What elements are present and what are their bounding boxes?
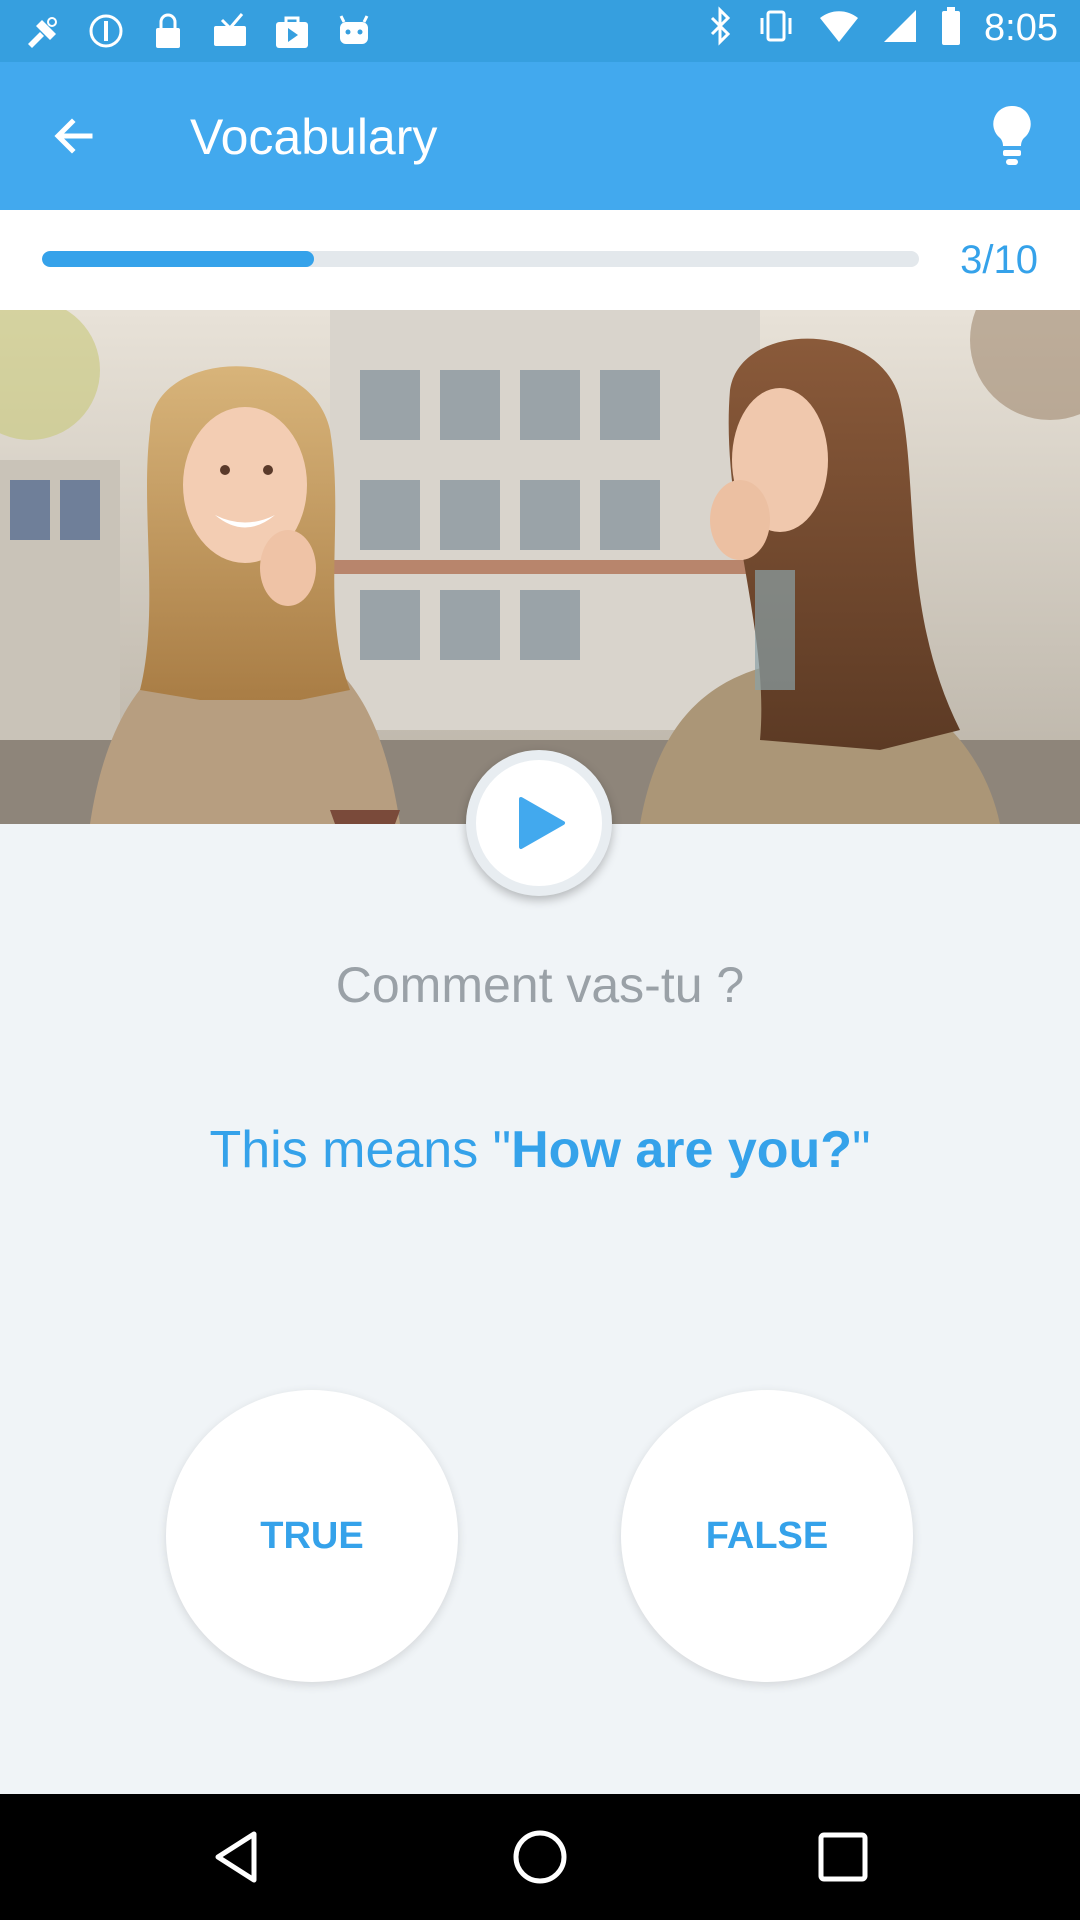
- true-label: TRUE: [260, 1514, 364, 1557]
- nav-back-button[interactable]: [206, 1826, 268, 1888]
- triangle-back-icon: [215, 1831, 257, 1883]
- android-icon: [332, 10, 376, 52]
- meaning-text: This means "How are you?": [0, 1120, 1080, 1180]
- lock-icon: [146, 10, 190, 52]
- bluetooth-icon: [708, 6, 734, 51]
- play-store-icon: [270, 10, 314, 52]
- back-button[interactable]: [40, 102, 108, 170]
- true-button[interactable]: TRUE: [166, 1390, 458, 1682]
- data-saver-icon: [84, 10, 128, 52]
- lightbulb-icon: [993, 105, 1031, 165]
- status-right: 8:05: [708, 6, 1058, 51]
- square-recents-icon: [818, 1832, 868, 1882]
- nav-home-button[interactable]: [509, 1826, 571, 1888]
- notification-icons: [22, 10, 376, 52]
- navigation-bar: [0, 1794, 1080, 1920]
- play-icon: [519, 797, 565, 849]
- hint-button[interactable]: [974, 98, 1050, 174]
- false-button[interactable]: FALSE: [621, 1390, 913, 1682]
- circle-home-icon: [513, 1830, 567, 1884]
- signal-icon: [882, 8, 918, 49]
- progress-area: 3/10: [0, 210, 1080, 310]
- vibrate-icon: [756, 6, 796, 51]
- inbox-icon: [208, 10, 252, 52]
- meaning-suffix: ": [852, 1121, 871, 1179]
- clock: 8:05: [984, 7, 1058, 49]
- progress-counter: 3/10: [960, 238, 1038, 282]
- battery-icon: [940, 6, 962, 51]
- wifi-icon: [818, 8, 860, 49]
- meaning-prefix: This means ": [209, 1121, 512, 1179]
- status-bar: 8:05: [0, 0, 1080, 62]
- phrase-text: Comment vas-tu ?: [335, 957, 745, 1013]
- progress-fill: [42, 251, 314, 267]
- meaning-highlight: How are you?: [511, 1121, 853, 1179]
- lesson-photo: [0, 310, 1080, 824]
- app-bar: Vocabulary: [0, 62, 1080, 210]
- play-audio-button[interactable]: [466, 750, 612, 896]
- fake-gps-icon: [22, 10, 66, 52]
- nav-recents-button[interactable]: [812, 1826, 874, 1888]
- page-title: Vocabulary: [190, 109, 438, 165]
- false-label: FALSE: [705, 1514, 829, 1557]
- arrow-back-icon: [54, 118, 93, 154]
- progress-bar: [42, 251, 919, 267]
